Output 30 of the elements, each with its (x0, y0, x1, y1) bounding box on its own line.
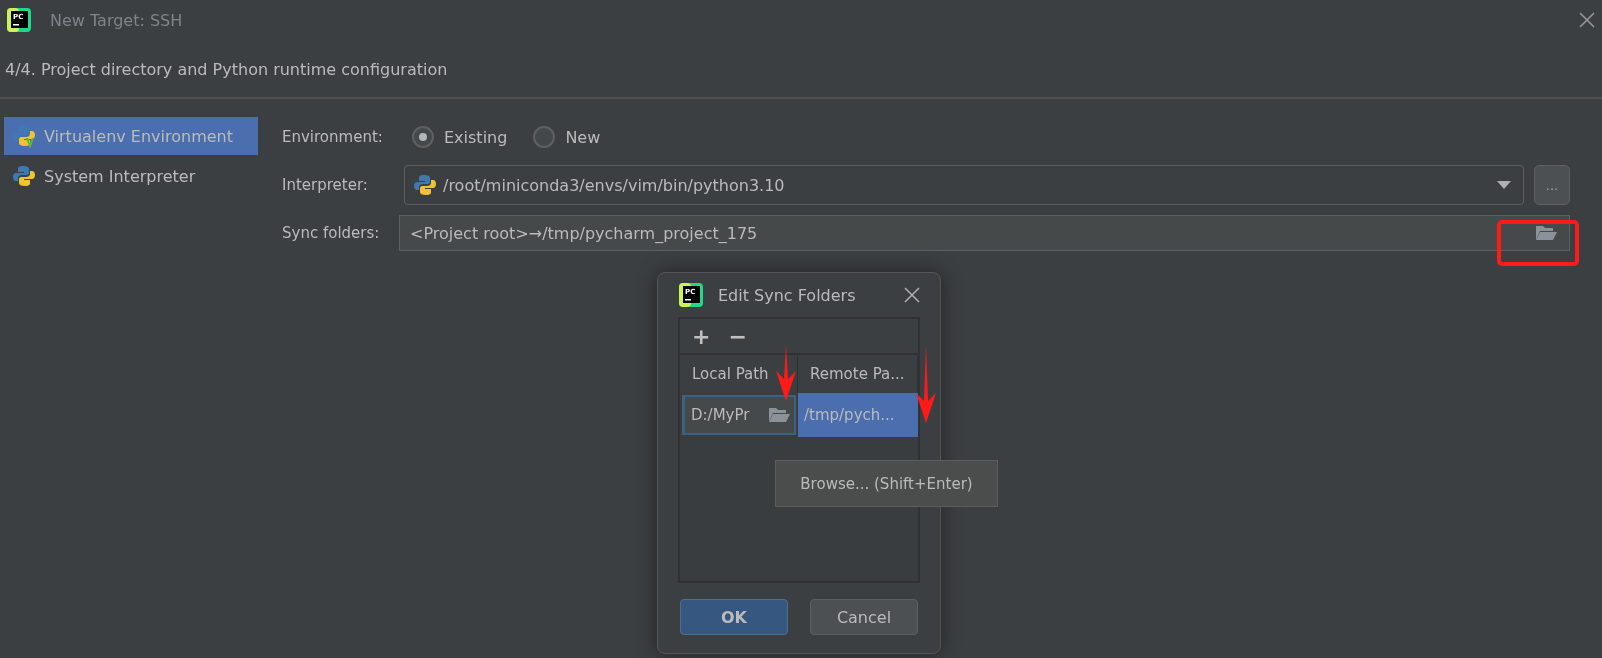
tooltip: Browse... (Shift+Enter) (775, 460, 998, 507)
sidebar-item[interactable]: System Interpreter (4, 157, 258, 195)
sync-folders-label: Sync folders: (282, 224, 381, 242)
python-icon (12, 164, 36, 188)
window-title: New Target: SSH (50, 10, 183, 30)
interpreter-dropdown[interactable]: /root/miniconda3/envs/vim/bin/python3.10 (404, 165, 1524, 205)
toolbar-button[interactable]: + (690, 323, 713, 349)
python-icon (413, 173, 437, 197)
radio-button[interactable] (533, 126, 556, 148)
folder-icon[interactable] (1535, 225, 1557, 241)
ok-button[interactable]: OK (680, 599, 788, 635)
path-input-field[interactable]: D:/MyPr (682, 395, 796, 435)
radio-label: Existing (444, 127, 508, 147)
cancel-button[interactable]: Cancel (810, 599, 918, 635)
folder-icon[interactable] (768, 407, 790, 423)
table-cell[interactable]: /tmp/pych... (798, 393, 918, 437)
sync-folders-field[interactable]: <Project root>→/tmp/pycharm_project_175 (399, 215, 1570, 251)
close-icon[interactable] (904, 287, 920, 303)
dropdown-caret-icon (1497, 181, 1511, 189)
radio-label: New (565, 127, 601, 147)
close-button[interactable] (1578, 11, 1596, 29)
radio-button[interactable] (412, 126, 434, 148)
step-heading: 4/4. Project directory and Python runtime configuration (4, 59, 449, 81)
interpreter-label: Interpreter: (282, 176, 369, 194)
sidebar-item[interactable]: Virtualenv Environment (4, 117, 258, 155)
dialog-title: Edit Sync Folders (718, 285, 856, 305)
python-virtualenv-icon (12, 124, 36, 148)
environment-label: Environment: (282, 128, 384, 146)
toolbar-button[interactable]: − (726, 323, 749, 349)
browse-button[interactable]: ... (1534, 165, 1570, 205)
